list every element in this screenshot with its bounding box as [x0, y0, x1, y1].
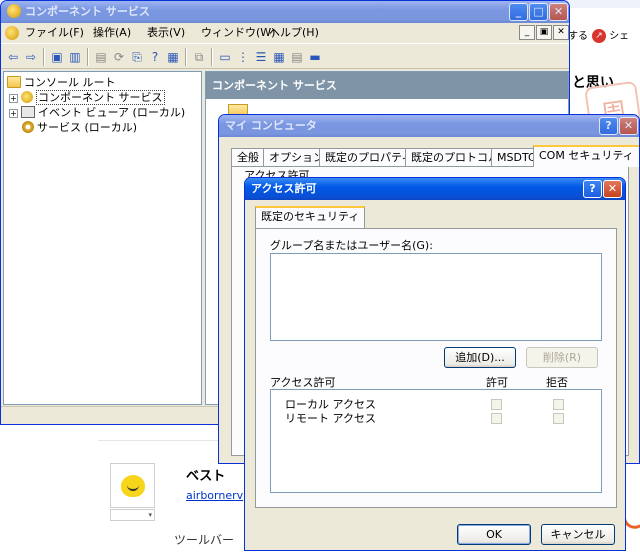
toolbar-separator: [87, 48, 89, 66]
console-tree-icon[interactable]: ▦: [165, 49, 181, 65]
tree-item-event-viewer[interactable]: + イベント ビューア (ローカル): [9, 106, 185, 120]
tab-default-security[interactable]: 既定のセキュリティ: [255, 206, 366, 228]
tab-general[interactable]: 全般: [231, 148, 265, 166]
expand-plus-icon[interactable]: +: [9, 94, 18, 103]
tree-item-label: イベント ビューア (ローカル): [38, 106, 186, 119]
help-icon[interactable]: ?: [147, 49, 163, 65]
group-user-label: グループ名またはユーザー名(G):: [270, 239, 433, 252]
result-pane-header: コンポーネント サービス: [206, 72, 568, 99]
event-viewer-icon: [21, 106, 35, 118]
folder-icon: [7, 76, 21, 88]
export-icon[interactable]: ⎘: [129, 49, 145, 65]
permission-row-remote-access: リモート アクセス: [271, 412, 591, 426]
component-services-icon: [21, 91, 33, 103]
minimize-button[interactable]: _: [509, 3, 528, 21]
tree-item-label: サービス (ローカル): [37, 121, 138, 134]
permission-name: ローカル アクセス: [285, 398, 376, 411]
tree-item-component-services[interactable]: + コンポーネント サービス: [9, 90, 165, 105]
access-title-text: アクセス許可: [251, 182, 317, 195]
access-title-bar[interactable]: アクセス許可: [245, 178, 625, 200]
access-tab-panel: グループ名またはユーザー名(G): 追加(D)... 削除(R) アクセス許可 …: [255, 228, 617, 508]
browser-tool-partial-1[interactable]: する: [568, 29, 588, 45]
list-view-icon[interactable]: ☰: [253, 49, 269, 65]
group-user-listbox[interactable]: [270, 253, 602, 341]
allow-header-label: 許可: [486, 376, 508, 389]
properties-icon[interactable]: ▤: [93, 49, 109, 65]
menu-window[interactable]: ウィンドウ(W): [201, 23, 275, 43]
mdi-minimize-button[interactable]: _: [519, 25, 535, 40]
up-folder-icon[interactable]: ▣: [49, 49, 65, 65]
avatar-dropdown-icon[interactable]: ▾: [110, 509, 155, 521]
services-gear-icon: [22, 121, 34, 133]
remote-access-allow-checkbox[interactable]: [491, 413, 502, 424]
background-toolbar-text: ツールバー: [174, 533, 235, 547]
component-services-icon: [7, 4, 21, 18]
tree-item-console-root[interactable]: コンソール ルート: [7, 76, 116, 90]
show-tree-icon[interactable]: ▥: [67, 49, 83, 65]
toolbar-separator: [211, 48, 213, 66]
remote-access-deny-checkbox[interactable]: [553, 413, 564, 424]
new-window-icon[interactable]: ⧉: [191, 49, 207, 65]
deny-header-label: 拒否: [546, 376, 568, 389]
refresh-icon[interactable]: ⟳: [111, 49, 127, 65]
close-button[interactable]: ✕: [603, 180, 622, 198]
close-button[interactable]: ✕: [549, 3, 568, 21]
browser-tool-partial-2-label: シェ: [609, 31, 630, 42]
ok-button[interactable]: OK: [457, 524, 531, 545]
background-best-label: ベスト: [186, 469, 226, 484]
tab-default-properties[interactable]: 既定のプロパティ: [319, 148, 419, 166]
toolbar-separator: [185, 48, 187, 66]
menu-view[interactable]: 表示(V): [147, 23, 185, 43]
props-title-bar[interactable]: マイ コンピュータ: [219, 115, 639, 137]
close-button[interactable]: ✕: [619, 117, 638, 135]
large-icons-view-icon[interactable]: ▭: [217, 49, 233, 65]
background-user-link[interactable]: airbornerv: [186, 489, 243, 502]
permission-listbox: ローカル アクセス リモート アクセス: [270, 389, 602, 493]
tab-com-security[interactable]: COM セキュリティ: [533, 145, 639, 167]
mmc-title-bar[interactable]: コンポーネント サービス: [1, 1, 569, 23]
property-view-icon[interactable]: ▤: [289, 49, 305, 65]
tab-default-protocols[interactable]: 既定のプロトコル: [405, 148, 505, 166]
menu-file[interactable]: ファイル(F): [25, 23, 84, 43]
user-avatar: [110, 463, 155, 508]
small-icons-view-icon[interactable]: ⋮: [235, 49, 251, 65]
red-arrow-icon: ↗: [592, 29, 606, 43]
remove-button[interactable]: 削除(R): [526, 347, 598, 368]
tree-item-label: コンソール ルート: [24, 76, 116, 89]
add-button[interactable]: 追加(D)...: [444, 347, 516, 368]
cancel-button[interactable]: キャンセル: [541, 524, 615, 545]
mmc-toolbar: ⇦ ⇨ ▣ ▥ ▤ ⟳ ⎘ ? ▦ ⧉ ▭ ⋮ ☰ ▦ ▤ ▬: [1, 43, 569, 69]
forward-arrow-icon[interactable]: ⇨: [23, 49, 39, 65]
permission-row-local-access: ローカル アクセス: [271, 398, 591, 412]
monitor-icon[interactable]: ▬: [307, 49, 323, 65]
mascot-avatar-icon: [120, 474, 145, 497]
local-access-deny-checkbox[interactable]: [553, 399, 564, 410]
menu-bar: ファイル(F) 操作(A) 表示(V) ウィンドウ(W) ヘルプ(H) _ ▣ …: [1, 23, 569, 43]
menu-action[interactable]: 操作(A): [93, 23, 131, 43]
expand-plus-icon[interactable]: +: [9, 109, 18, 118]
menu-help[interactable]: ヘルプ(H): [269, 23, 319, 43]
detail-view-icon[interactable]: ▦: [271, 49, 287, 65]
access-permission-dialog: アクセス許可 ? ✕ 既定のセキュリティ グループ名またはユーザー名(G): 追…: [244, 177, 626, 551]
console-tree-pane: コンソール ルート + コンポーネント サービス + イベント ビューア (ローカル…: [3, 71, 202, 405]
tree-item-label: コンポーネント サービス: [36, 90, 165, 105]
mdi-close-button[interactable]: ✕: [553, 25, 569, 40]
permission-name: リモート アクセス: [285, 412, 376, 425]
permission-header-label: アクセス許可: [270, 376, 336, 389]
mmc-title-text: コンポーネント サービス: [25, 5, 150, 18]
local-access-allow-checkbox[interactable]: [491, 399, 502, 410]
maximize-button[interactable]: □: [529, 3, 548, 21]
help-button[interactable]: ?: [583, 180, 602, 198]
props-title-text: マイ コンピュータ: [225, 119, 317, 132]
help-button[interactable]: ?: [599, 117, 618, 135]
console-icon[interactable]: [5, 26, 19, 40]
toolbar-separator: [43, 48, 45, 66]
browser-toolbar-fragment: する ↗ シェ: [568, 26, 640, 48]
tree-item-services[interactable]: サービス (ローカル): [22, 121, 137, 135]
browser-tool-partial-2[interactable]: ↗ シェ: [592, 29, 629, 45]
mdi-restore-button[interactable]: ▣: [536, 25, 552, 40]
back-arrow-icon[interactable]: ⇦: [5, 49, 21, 65]
